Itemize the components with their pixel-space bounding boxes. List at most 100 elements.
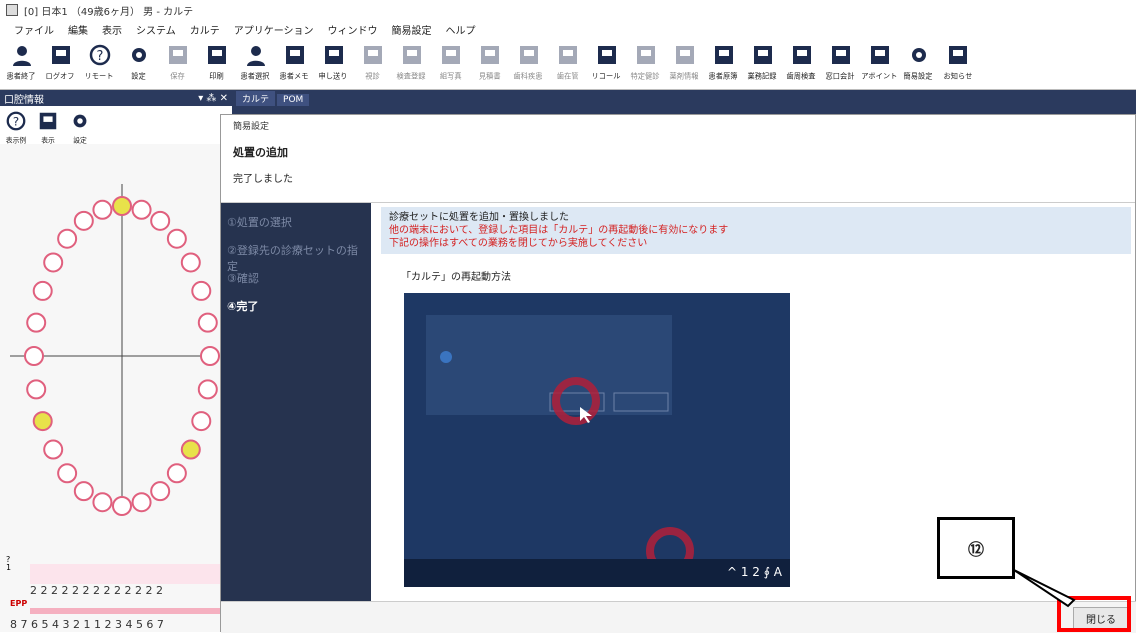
tooth[interactable] xyxy=(24,346,44,366)
toolbar-button-22[interactable]: アポイント xyxy=(860,38,899,82)
tooth[interactable] xyxy=(43,439,64,460)
logoff-icon xyxy=(49,42,73,68)
dialog-body: 診療セットに処置を追加・置換しました 他の端末において、登録した項目は「カルテ」… xyxy=(381,207,1131,599)
toolbar-button-2[interactable]: ? リモート xyxy=(80,38,119,82)
tooth[interactable] xyxy=(131,492,152,513)
tooth[interactable] xyxy=(150,481,171,502)
toolbar-button-5[interactable]: 印刷 xyxy=(197,38,236,82)
toolbar-button-20[interactable]: 歯周検査 xyxy=(782,38,821,82)
panel-title: 口腔情報 xyxy=(4,94,44,106)
toolbar-button-3[interactable]: 設定 xyxy=(119,38,158,82)
person-search-icon xyxy=(244,42,268,68)
tooth[interactable] xyxy=(166,463,187,484)
menu-item-6[interactable]: ウィンドウ xyxy=(328,22,378,37)
gear-icon xyxy=(127,42,151,68)
tooth[interactable] xyxy=(57,228,78,249)
toolbar-label: 患者選択 xyxy=(241,72,270,82)
tab-pom[interactable]: POM xyxy=(277,94,310,106)
toolbar-label: 見積書 xyxy=(478,72,501,82)
menu-item-2[interactable]: 表示 xyxy=(102,22,122,37)
toolbar-button-8[interactable]: 申し送り xyxy=(314,38,353,82)
toolbar-button-19[interactable]: 業務記録 xyxy=(743,38,782,82)
dental-chart: ? 1 2 2 2 2 2 2 2 2 2 2 2 2 2 EPP 8 7 6 … xyxy=(0,144,232,632)
menu-item-1[interactable]: 編集 xyxy=(68,22,88,37)
info-icon: ? xyxy=(5,110,27,135)
menu-item-7[interactable]: 簡易設定 xyxy=(392,22,432,37)
restart-guide-image: ^ 1 2 ∮ A xyxy=(404,293,790,587)
tooth[interactable] xyxy=(112,496,132,516)
tooth[interactable] xyxy=(92,199,113,220)
epp-label: EPP xyxy=(10,599,27,608)
howto-title: 「カルテ」の再起動方法 xyxy=(401,272,511,283)
panel-controls[interactable]: ▾ ⁂ ✕ xyxy=(198,93,228,104)
tooth[interactable] xyxy=(166,228,187,249)
clipboard-icon xyxy=(751,42,775,68)
menu-item-3[interactable]: システム xyxy=(136,22,176,37)
toolbar-button-24[interactable]: お知らせ xyxy=(938,38,977,82)
tooth[interactable] xyxy=(32,411,53,432)
toolbar-button-9[interactable]: 視診 xyxy=(353,38,392,82)
app-icon xyxy=(6,4,18,16)
tooth[interactable] xyxy=(43,252,64,273)
tooth[interactable] xyxy=(180,439,201,460)
toolbar-button-13[interactable]: 歯科疾患 xyxy=(509,38,548,82)
toolbar-button-12[interactable]: 見積書 xyxy=(470,38,509,82)
menu-item-4[interactable]: カルテ xyxy=(190,22,220,37)
menu-item-8[interactable]: ヘルプ xyxy=(446,22,476,37)
tooth[interactable] xyxy=(26,312,47,333)
menu-item-5[interactable]: アプリケーション xyxy=(234,22,314,37)
tooth[interactable] xyxy=(191,411,212,432)
tooth[interactable] xyxy=(26,379,47,400)
toolbar-label: 申し送り xyxy=(319,72,348,82)
toolbar-button-18[interactable]: 患者原簿 xyxy=(704,38,743,82)
toolbar-label: リコール xyxy=(592,72,621,82)
tab-strip: カルテ POM xyxy=(232,90,1136,106)
filter-icon xyxy=(37,110,59,135)
window-title: [0] 日本1 （49歳6ヶ月） 男 - カルテ xyxy=(24,6,194,18)
toolbar-button-15[interactable]: リコール xyxy=(587,38,626,82)
message-line-1: 診療セットに処置を追加・置換しました xyxy=(389,212,569,223)
tooth[interactable] xyxy=(32,280,53,301)
periodontal-icon xyxy=(790,42,814,68)
menu-item-0[interactable]: ファイル xyxy=(14,22,54,37)
toolbar-label: 歯周検査 xyxy=(787,72,816,82)
tooth[interactable] xyxy=(200,346,220,366)
medicine-icon xyxy=(673,42,697,68)
toolbar-label: 印刷 xyxy=(209,72,224,82)
toolbar-button-17[interactable]: 薬剤情報 xyxy=(665,38,704,82)
toolbar-button-7[interactable]: 患者メモ xyxy=(275,38,314,82)
tooth[interactable] xyxy=(191,280,212,301)
svg-text:?: ? xyxy=(96,49,103,64)
toolbar-button-1[interactable]: ログオフ xyxy=(41,38,80,82)
tooth[interactable] xyxy=(73,210,94,231)
message-line-2: 他の端末において、登録した項目は「カルテ」の再起動後に有効になります xyxy=(389,225,729,236)
tooth[interactable] xyxy=(92,492,113,513)
estimate-icon xyxy=(478,42,502,68)
toolbar-button-14[interactable]: 歯在管 xyxy=(548,38,587,82)
toolbar-button-4[interactable]: 保存 xyxy=(158,38,197,82)
toolbar-label: 簡易設定 xyxy=(904,72,933,82)
toolbar-button-6[interactable]: 患者選択 xyxy=(236,38,275,82)
tooth[interactable] xyxy=(197,312,218,333)
title-bar: [0] 日本1 （49歳6ヶ月） 男 - カルテ xyxy=(0,0,1136,20)
toolbar-button-16[interactable]: 特定健診 xyxy=(626,38,665,82)
tooth[interactable] xyxy=(131,199,152,220)
toolbar-button-0[interactable]: 患者終了 xyxy=(2,38,41,82)
toolbar-button-23[interactable]: 簡易設定 xyxy=(899,38,938,82)
tooth[interactable] xyxy=(57,463,78,484)
panel-tool-0[interactable]: ? 表示例 xyxy=(4,110,28,144)
toolbar-button-10[interactable]: 検査登録 xyxy=(392,38,431,82)
tab-karte[interactable]: カルテ xyxy=(236,91,276,106)
tooth[interactable] xyxy=(112,196,132,216)
toolbar-button-11[interactable]: 組写真 xyxy=(431,38,470,82)
tooth[interactable] xyxy=(197,379,218,400)
tooth[interactable] xyxy=(180,252,201,273)
speech-bubble-icon xyxy=(322,42,346,68)
tooth[interactable] xyxy=(150,210,171,231)
panel-tool-1[interactable]: 表示 xyxy=(36,110,60,144)
toolbar-label: 窓口会計 xyxy=(826,72,855,82)
tooth[interactable] xyxy=(73,481,94,502)
toolbar-button-21[interactable]: 窓口会計 xyxy=(821,38,860,82)
book-icon xyxy=(283,42,307,68)
panel-tool-2[interactable]: 設定 xyxy=(68,110,92,144)
